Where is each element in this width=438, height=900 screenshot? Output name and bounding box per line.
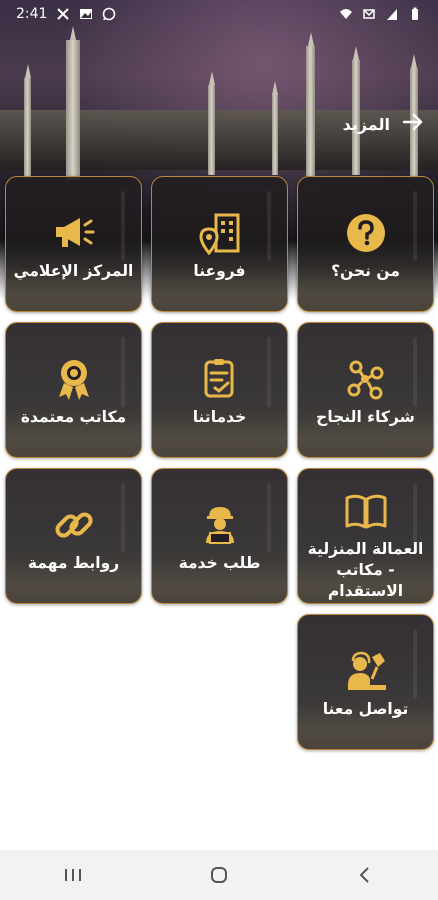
megaphone-icon xyxy=(55,218,94,247)
tile-label: من نحن؟ xyxy=(331,262,400,280)
tile-label: تواصل معنا xyxy=(322,700,409,718)
question-icon xyxy=(346,214,385,252)
tile-important-links[interactable]: روابط مهمة xyxy=(5,468,142,604)
x-icon xyxy=(57,8,70,20)
minaret xyxy=(24,78,31,178)
tile-label: المركز الإعلامي xyxy=(13,262,134,280)
minaret xyxy=(66,40,80,180)
more-label: المزيد xyxy=(342,115,390,134)
tile-media-center[interactable]: المركز الإعلامي xyxy=(5,176,142,312)
more-link[interactable]: المزيد xyxy=(343,113,424,136)
back-icon[interactable] xyxy=(345,855,385,895)
link-icon xyxy=(54,512,93,538)
signal-icon xyxy=(387,9,397,20)
wifi-icon xyxy=(340,9,352,19)
home-icon[interactable] xyxy=(199,855,239,895)
system-nav-bar xyxy=(0,850,438,900)
minaret xyxy=(272,95,278,175)
image-icon xyxy=(80,9,93,19)
book-icon xyxy=(345,494,386,529)
building-location-icon xyxy=(198,213,239,255)
tile-label: فروعنا xyxy=(193,262,246,280)
document-check-icon xyxy=(204,359,233,398)
tile-label: العمالة المنزلية - مكاتب الاستقدام xyxy=(307,540,424,600)
whatsapp-icon xyxy=(103,7,116,21)
tile-about-us[interactable]: من نحن؟ xyxy=(297,176,434,312)
tile-label: روابط مهمة xyxy=(27,554,120,572)
tile-domestic-labor[interactable]: العمالة المنزلية - مكاتب الاستقدام xyxy=(297,468,434,604)
tile-contact-us[interactable]: تواصل معنا xyxy=(297,614,434,750)
alarm-icon xyxy=(363,9,375,19)
status-bar: 2:41 xyxy=(0,0,438,28)
minaret xyxy=(208,85,215,175)
battery-icon xyxy=(412,7,418,20)
tile-accredited-offices[interactable]: مكاتب معتمدة xyxy=(5,322,142,458)
award-icon xyxy=(58,360,89,400)
support-agent-icon xyxy=(347,651,386,690)
tile-label: طلب خدمة xyxy=(178,554,261,572)
network-icon xyxy=(347,360,383,400)
tile-branches[interactable]: فروعنا xyxy=(151,176,288,312)
status-time: 2:41 xyxy=(16,6,48,22)
tile-success-partners[interactable]: شركاء النجاح xyxy=(297,322,434,458)
tile-label: شركاء النجاح xyxy=(316,408,415,426)
tile-label: مكاتب معتمدة xyxy=(20,408,127,426)
tile-our-services[interactable]: خدماتنا xyxy=(151,322,288,458)
tile-service-request[interactable]: طلب خدمة xyxy=(151,468,288,604)
tile-label: خدماتنا xyxy=(192,408,247,426)
worker-laptop-icon xyxy=(205,507,234,544)
minaret xyxy=(306,46,315,176)
recent-apps-icon[interactable] xyxy=(53,855,93,895)
arrow-right-icon xyxy=(402,113,424,136)
